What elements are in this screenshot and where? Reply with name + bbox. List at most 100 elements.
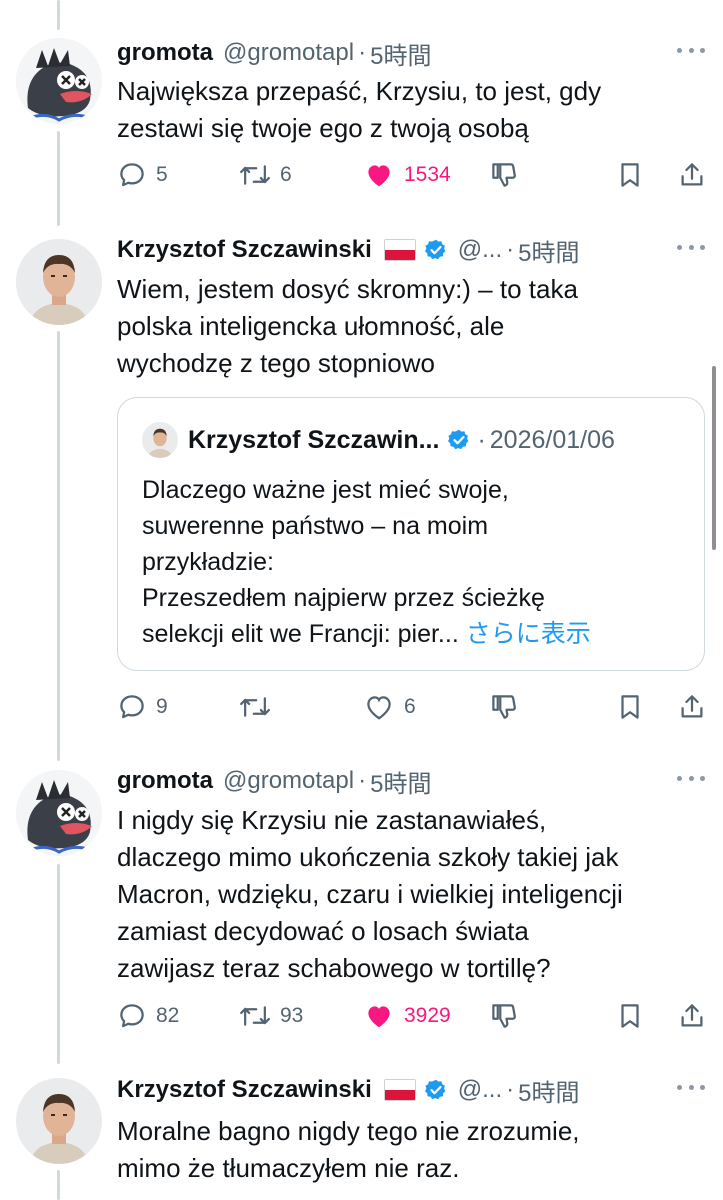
author-handle[interactable]: @gromotapl	[223, 767, 354, 795]
timestamp[interactable]: 5時間	[518, 1073, 579, 1108]
tweet-text: Wiem, jestem dosyć skromny:) – to taka p…	[117, 271, 697, 382]
bookmark-button[interactable]	[615, 687, 645, 727]
more-icon[interactable]	[677, 768, 705, 788]
author-handle[interactable]: @gromotapl	[223, 39, 354, 67]
retweet-button[interactable]: 93	[239, 996, 303, 1036]
retweet-icon	[240, 697, 270, 717]
retweet-icon	[240, 1006, 270, 1026]
bookmark-button[interactable]	[615, 155, 645, 195]
tweet-text-line: zestawi się twoje ego z twoją osobą	[117, 113, 529, 143]
tweet-text-line: wychodzę z tego stopniowo	[117, 348, 435, 378]
show-more-link[interactable]: さらに表示	[466, 620, 591, 648]
like-button[interactable]: 1534	[363, 155, 451, 195]
tweet-text-line: Największa przepaść, Krzysiu, to jest, g…	[117, 76, 602, 106]
bookmark-icon	[621, 695, 639, 719]
quoted-date: 2026/01/06	[489, 425, 615, 454]
downvote-button[interactable]	[489, 687, 519, 727]
tweet-text: I nigdy się Krzysiu nie zastanawiałeś, d…	[117, 802, 697, 987]
quoted-text-last-line: selekcji elit we Francji: pier... さらに表示	[142, 616, 692, 652]
tweet-text-line: Wiem, jestem dosyć skromny:) – to taka	[117, 274, 578, 304]
tweet-3[interactable]: gromota @gromotapl · 5時間 I nigdy się Krz…	[0, 764, 723, 1054]
quoted-text-truncated: selekcji elit we Francji: pier...	[142, 620, 459, 648]
share-icon	[681, 163, 703, 186]
reply-button[interactable]: 9	[117, 687, 168, 727]
verified-badge-icon	[424, 1078, 448, 1102]
timestamp[interactable]: 5時間	[518, 233, 579, 268]
thread-line-top	[57, 0, 60, 30]
share-icon	[681, 1004, 703, 1027]
like-count: 1534	[404, 163, 451, 186]
tweet-text-line: I nigdy się Krzysiu nie zastanawiałeś,	[117, 805, 547, 835]
tweet-text-line: Macron, wdzięku, czaru i wielkiej inteli…	[117, 879, 623, 909]
tweet-2[interactable]: Krzysztof Szczawinski @... · 5時間 Wiem, j…	[0, 233, 723, 733]
quoted-text-line: suwerenne państwo – na moim	[142, 512, 489, 540]
tweet-text-line: mimo że tłumaczyłem nie raz.	[117, 1153, 460, 1183]
separator-dot: ·	[506, 236, 515, 263]
action-bar: 9 6	[117, 687, 707, 727]
avatar-krzysztof[interactable]	[16, 239, 102, 325]
author-name[interactable]: Krzysztof Szczawinski	[117, 236, 372, 264]
quoted-author-name: Krzysztof Szczawin...	[188, 425, 440, 454]
tweet-header: gromota @gromotapl · 5時間	[117, 36, 431, 70]
action-bar: 82 93 3929	[117, 996, 707, 1036]
quoted-avatar	[142, 422, 178, 458]
quoted-tweet[interactable]: Krzysztof Szczawin... · 2026/01/06 Dlacz…	[117, 397, 705, 671]
tweet-1[interactable]: gromota @gromotapl · 5時間 Największa prze…	[0, 36, 723, 216]
author-name[interactable]: Krzysztof Szczawinski	[117, 1076, 372, 1104]
share-button[interactable]	[677, 996, 707, 1036]
tweet-text-line: zamiast decydować o losach świata	[117, 916, 529, 946]
more-icon[interactable]	[677, 40, 705, 60]
retweet-button[interactable]	[239, 687, 271, 727]
poland-flag-icon	[383, 1079, 416, 1101]
separator-dot: ·	[506, 1076, 515, 1103]
tweet-header: Krzysztof Szczawinski @... · 5時間	[117, 233, 579, 267]
avatar-gromota[interactable]	[16, 38, 102, 124]
tweet-header: Krzysztof Szczawinski @... · 5時間	[117, 1073, 579, 1107]
reply-button[interactable]: 82	[117, 996, 179, 1036]
reply-button[interactable]: 5	[117, 155, 168, 195]
downvote-button[interactable]	[489, 155, 519, 195]
like-count: 3929	[404, 1004, 451, 1027]
author-handle[interactable]: @...	[458, 236, 502, 264]
tweet-text: Moralne bagno nigdy tego nie zrozumie, m…	[117, 1113, 697, 1187]
reply-icon	[120, 695, 144, 719]
reply-icon	[120, 163, 144, 187]
bookmark-icon	[621, 1004, 639, 1028]
timestamp[interactable]: 5時間	[370, 764, 431, 799]
avatar-krzysztof[interactable]	[16, 1078, 102, 1164]
downvote-icon	[492, 695, 516, 719]
author-name[interactable]: gromota	[117, 767, 213, 795]
author-handle[interactable]: @...	[458, 1076, 502, 1104]
share-button[interactable]	[677, 687, 707, 727]
verified-badge-icon	[424, 238, 448, 262]
author-name[interactable]: gromota	[117, 39, 213, 67]
share-button[interactable]	[677, 155, 707, 195]
timestamp[interactable]: 5時間	[370, 36, 431, 71]
verified-badge-icon	[447, 428, 471, 452]
downvote-icon	[492, 1004, 516, 1028]
tweet-text-line: Moralne bagno nigdy tego nie zrozumie,	[117, 1116, 580, 1146]
tweet-text: Największa przepaść, Krzysiu, to jest, g…	[117, 73, 697, 147]
avatar-gromota[interactable]	[16, 770, 102, 856]
like-button[interactable]: 3929	[363, 996, 451, 1036]
retweet-icon	[240, 165, 270, 185]
separator-dot: ·	[477, 425, 486, 454]
reply-count: 82	[156, 1004, 180, 1027]
more-icon[interactable]	[677, 1077, 705, 1097]
reply-icon	[120, 1004, 144, 1028]
share-icon	[681, 695, 703, 718]
quoted-text-line: przykładzie:	[142, 548, 274, 576]
retweet-count: 93	[280, 1004, 304, 1027]
separator-dot: ·	[358, 39, 367, 66]
downvote-icon	[492, 163, 516, 187]
bookmark-button[interactable]	[615, 996, 645, 1036]
quoted-text-line: Przeszedłem najpierw przez ścieżkę	[142, 584, 545, 612]
action-bar: 5 6 1534	[117, 155, 707, 195]
tweet-header: gromota @gromotapl · 5時間	[117, 764, 431, 798]
tweet-text-line: zawijasz teraz schabowego w tortillę?	[117, 953, 551, 983]
retweet-button[interactable]: 6	[239, 155, 292, 195]
downvote-button[interactable]	[489, 996, 519, 1036]
like-button[interactable]: 6	[363, 687, 416, 727]
tweet-4[interactable]: Krzysztof Szczawinski @... · 5時間 Moralne…	[0, 1073, 723, 1200]
more-icon[interactable]	[677, 237, 705, 257]
